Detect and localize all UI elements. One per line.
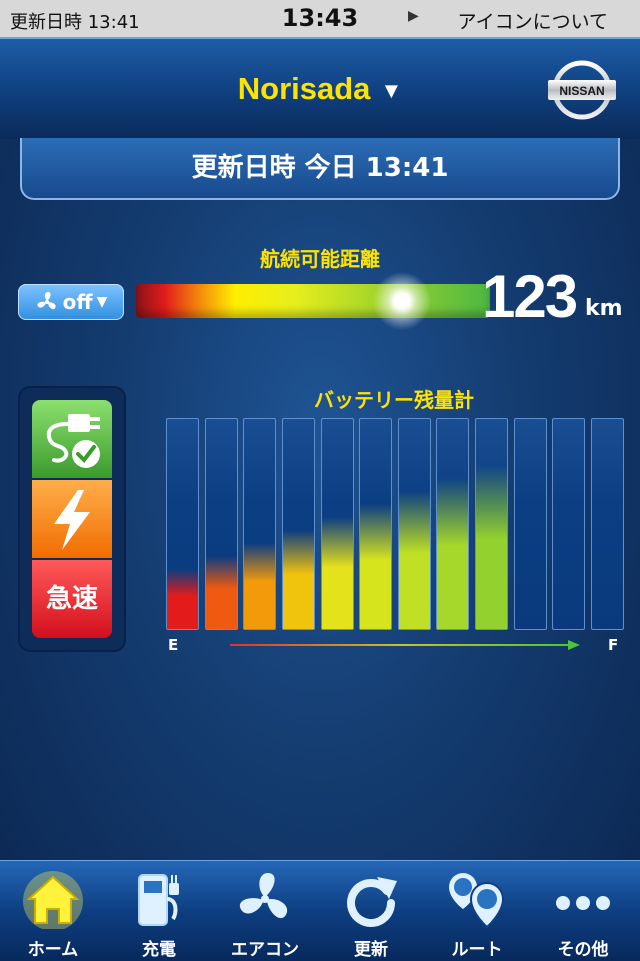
nissan-logo: NISSAN (548, 60, 616, 120)
range-indicator (371, 272, 432, 330)
battery-segment (436, 418, 470, 630)
battery-empty-label: E (168, 636, 179, 654)
tab-charge-label: 充電 (142, 940, 176, 960)
battery-segment-fill (244, 543, 276, 629)
nissan-logo-text: NISSAN (559, 84, 604, 98)
tab-home[interactable]: ホーム (0, 861, 106, 961)
route-ab-icon (449, 873, 505, 929)
battery-segment (513, 418, 547, 630)
tab-charge[interactable]: 充電 (106, 861, 212, 961)
battery-segment-fill (437, 478, 469, 629)
tab-refresh-label: 更新 (354, 940, 388, 960)
vehicle-selector[interactable]: Norisada ▼ (0, 71, 640, 107)
range-unit: km (585, 296, 623, 321)
tab-route[interactable]: ルート (424, 861, 530, 961)
battery-segment-fill (282, 530, 314, 629)
battery-title: バッテリー残量計 (314, 388, 474, 412)
home-icon (23, 871, 83, 929)
dropdown-caret-icon: ▼ (96, 294, 108, 310)
battery-gauge (166, 418, 624, 630)
battery-segment-fill (476, 465, 508, 629)
battery-segment-fill (360, 504, 392, 629)
empty-to-full-arrow (230, 640, 580, 650)
range-gauge-bar (136, 284, 490, 318)
fan-icon (37, 292, 56, 310)
battery-segment (359, 418, 393, 630)
about-icons-link[interactable]: アイコンについて (458, 7, 608, 34)
battery-segment (552, 418, 586, 630)
tab-refresh[interactable]: 更新 (318, 861, 424, 961)
tab-more[interactable]: その他 (530, 861, 636, 961)
quick-charge-status: 急速 (32, 560, 112, 638)
battery-segment-fill (205, 556, 237, 629)
status-bar: 更新日時 13:41 13:43 ▶ アイコンについて (0, 0, 640, 38)
battery-segment-fill (398, 491, 430, 629)
vehicle-name: Norisada (237, 71, 371, 106)
battery-segment (475, 418, 509, 630)
charge-status-panel: 急速 (20, 388, 124, 650)
tab-aircon[interactable]: エアコン (212, 861, 318, 961)
charger-icon (138, 874, 179, 926)
tab-home-label: ホーム (27, 940, 79, 960)
battery-segment (243, 418, 277, 630)
battery-segment (281, 418, 315, 630)
update-time-banner: 更新日時 今日 13:41 (20, 138, 620, 200)
more-dots-icon (556, 896, 610, 910)
tab-more-label: その他 (557, 940, 609, 960)
battery-segment (320, 418, 354, 630)
caret-down-icon: ▼ (380, 77, 403, 103)
battery-full-label: F (608, 636, 619, 654)
play-arrow-icon: ▶ (408, 8, 419, 24)
tab-route-label: ルート (451, 940, 503, 960)
fan-icon (239, 873, 288, 919)
range-value: 123 (482, 263, 578, 330)
normal-charge-status (32, 480, 112, 558)
climate-toggle-button[interactable]: off ▼ (18, 284, 124, 320)
battery-segment (204, 418, 238, 630)
battery-segment (166, 418, 199, 630)
lightning-icon (54, 490, 90, 550)
tab-bar: ホーム 充電 エアコン 更新 ルート その他 (0, 860, 640, 961)
refresh-icon (347, 877, 397, 927)
battery-segment (397, 418, 431, 630)
tab-aircon-label: エアコン (231, 940, 299, 960)
climate-state-label: off (62, 290, 93, 314)
battery-segment-fill (167, 569, 198, 629)
battery-segment-fill (321, 517, 353, 629)
battery-segment (591, 418, 624, 630)
app-header: Norisada ▼ NISSAN (0, 38, 640, 139)
